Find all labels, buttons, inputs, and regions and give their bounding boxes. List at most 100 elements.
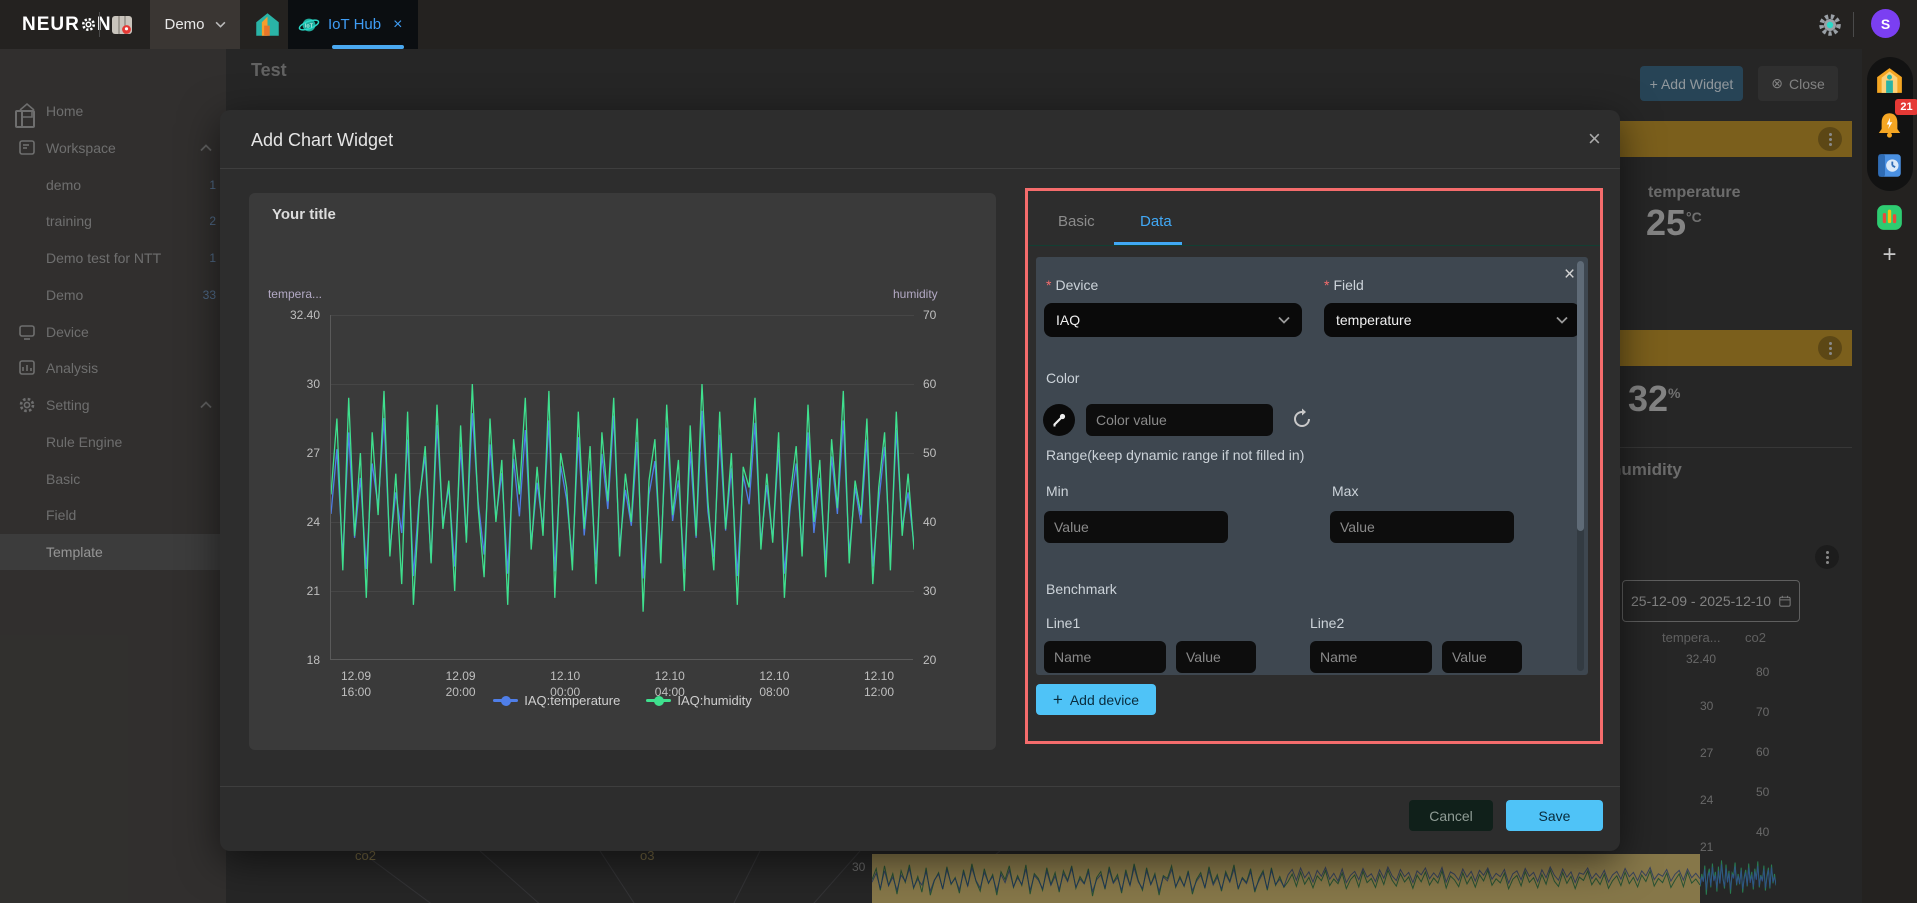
tab-iot-hub[interactable]: IoT IoT Hub × xyxy=(288,0,418,49)
sidebar-item-basic[interactable]: Basic xyxy=(0,461,226,497)
widget-menu-icon[interactable] xyxy=(1815,545,1839,569)
chevron-down-icon xyxy=(215,21,226,28)
sidebar-item-label: Basic xyxy=(46,471,80,487)
max-value-input[interactable] xyxy=(1330,511,1514,543)
eyedropper-icon[interactable] xyxy=(1043,404,1075,436)
date-range-picker[interactable]: 25-12-09 - 2025-12-10 xyxy=(1622,580,1800,622)
cancel-button[interactable]: Cancel xyxy=(1409,800,1493,831)
device-select[interactable]: IAQ xyxy=(1044,303,1302,337)
tab-separator xyxy=(1028,245,1600,246)
add-widget-button[interactable]: + Add Widget xyxy=(1640,66,1743,101)
bg-chart-legend-label: tempera... xyxy=(1662,630,1721,645)
sidebar-item-device[interactable]: Device xyxy=(0,314,226,350)
widget-temperature-header xyxy=(1620,121,1852,157)
sidebar-item-home[interactable]: Home xyxy=(0,93,226,129)
avatar[interactable]: S xyxy=(1871,9,1900,38)
analytics-app-icon[interactable] xyxy=(1876,204,1903,231)
color-label: Color xyxy=(1046,370,1079,386)
sidebar-item-setting[interactable]: Setting xyxy=(0,387,226,423)
sidebar-item-demo[interactable]: Demo33 xyxy=(0,277,226,313)
map-icon[interactable] xyxy=(110,13,134,37)
sidebar-item-demo-test-for-ntt[interactable]: Demo test for NTT1 xyxy=(0,240,226,276)
field-select[interactable]: temperature xyxy=(1324,303,1580,337)
sidebar-item-label: Home xyxy=(46,103,83,119)
tab-close-icon[interactable]: × xyxy=(393,16,402,34)
bell-icon[interactable] xyxy=(1876,111,1903,138)
modal-close-icon[interactable]: × xyxy=(1588,128,1601,150)
line1-value-input[interactable] xyxy=(1176,641,1256,673)
settings-gear-icon[interactable] xyxy=(1818,13,1842,37)
tab-basic[interactable]: Basic xyxy=(1058,213,1095,230)
add-device-button[interactable]: + Add device xyxy=(1036,684,1156,715)
device-label: *Device xyxy=(1046,277,1098,293)
home-app-icon[interactable] xyxy=(1876,67,1903,94)
close-circle-icon: ⊗ xyxy=(1771,75,1783,92)
remove-device-icon[interactable]: × xyxy=(1564,265,1575,284)
divider xyxy=(1853,12,1854,37)
line1-label: Line1 xyxy=(1046,615,1080,631)
right-axis-tick: 40 xyxy=(923,515,936,529)
range-label: Range(keep dynamic range if not filled i… xyxy=(1046,447,1304,463)
close-page-label: Close xyxy=(1789,76,1825,92)
divider xyxy=(99,12,100,37)
sidebar-item-demo[interactable]: demo1 xyxy=(0,167,226,203)
min-value-input[interactable] xyxy=(1044,511,1228,543)
sidebar-item-workspace[interactable]: Workspace xyxy=(0,130,226,166)
chevron-up-icon xyxy=(200,399,212,411)
device-select-value: IAQ xyxy=(1056,312,1080,328)
right-axis-tick: 20 xyxy=(923,653,936,667)
right-icon-rail: 21 + xyxy=(1862,49,1917,903)
left-axis-tick: 30 xyxy=(307,377,320,391)
sidebar-item-field[interactable]: Field xyxy=(0,497,226,533)
widget-humidity-title: humidity xyxy=(1611,460,1682,480)
legend-item[interactable]: IAQ:humidity xyxy=(646,693,751,708)
bg-chart-right-tick: 70 xyxy=(1756,705,1769,719)
add-app-icon[interactable]: + xyxy=(1862,241,1917,269)
save-button[interactable]: Save xyxy=(1506,800,1603,831)
line2-name-input[interactable] xyxy=(1310,641,1432,673)
unit-percent: % xyxy=(1668,385,1680,401)
legend-item[interactable]: IAQ:temperature xyxy=(493,693,620,708)
sidebar-item-training[interactable]: training2 xyxy=(0,203,226,239)
close-page-button[interactable]: ⊗ Close xyxy=(1758,66,1838,101)
data-config-panel: Basic Data × *Device *Field IAQ temperat… xyxy=(1025,188,1603,744)
unit-celsius: °C xyxy=(1686,209,1702,225)
analysis-icon xyxy=(18,359,36,377)
right-axis-tick: 30 xyxy=(923,584,936,598)
sidebar-item-label: Workspace xyxy=(46,140,116,156)
bg-chart-left-tick: 30 xyxy=(1700,699,1713,713)
sidebar-item-rule-engine[interactable]: Rule Engine xyxy=(0,424,226,460)
min-label: Min xyxy=(1046,483,1069,499)
sidebar-item-label: training xyxy=(46,213,92,229)
widget-temperature-title: temperature xyxy=(1648,184,1740,202)
tab-data[interactable]: Data xyxy=(1140,213,1172,230)
line1-name-input[interactable] xyxy=(1044,641,1166,673)
home-color-icon xyxy=(254,11,281,38)
field-label: *Field xyxy=(1324,277,1364,293)
modal-title: Add Chart Widget xyxy=(251,130,393,151)
widget-menu-icon[interactable] xyxy=(1818,127,1842,151)
chart-plot-area xyxy=(330,315,913,660)
left-axis-tick: 24 xyxy=(307,515,320,529)
refresh-icon[interactable] xyxy=(1291,408,1313,430)
bg-chart-right-tick: 60 xyxy=(1756,745,1769,759)
sidebar-item-label: Template xyxy=(46,544,103,560)
logbook-app-icon[interactable] xyxy=(1876,152,1903,179)
workspace-selector[interactable]: Demo xyxy=(150,0,240,49)
line2-value-input[interactable] xyxy=(1442,641,1522,673)
date-range-value: 25-12-09 - 2025-12-10 xyxy=(1631,593,1771,609)
legend-label: IAQ:humidity xyxy=(677,693,751,708)
chart-legend: IAQ:temperature IAQ:humidity xyxy=(249,693,996,708)
scrollbar[interactable] xyxy=(1577,261,1584,671)
sidebar-item-template[interactable]: Template xyxy=(0,534,226,570)
sidebar-item-analysis[interactable]: Analysis xyxy=(0,350,226,386)
benchmark-label: Benchmark xyxy=(1046,581,1117,597)
scrollbar-thumb[interactable] xyxy=(1577,261,1584,531)
device-icon xyxy=(18,323,36,341)
color-value-input[interactable] xyxy=(1086,404,1273,436)
widget-menu-icon[interactable] xyxy=(1818,336,1842,360)
home-tab[interactable] xyxy=(246,0,288,49)
legend-label: IAQ:temperature xyxy=(524,693,620,708)
bg-chart-tick: 30 xyxy=(852,860,865,874)
left-axis-tick: 21 xyxy=(307,584,320,598)
